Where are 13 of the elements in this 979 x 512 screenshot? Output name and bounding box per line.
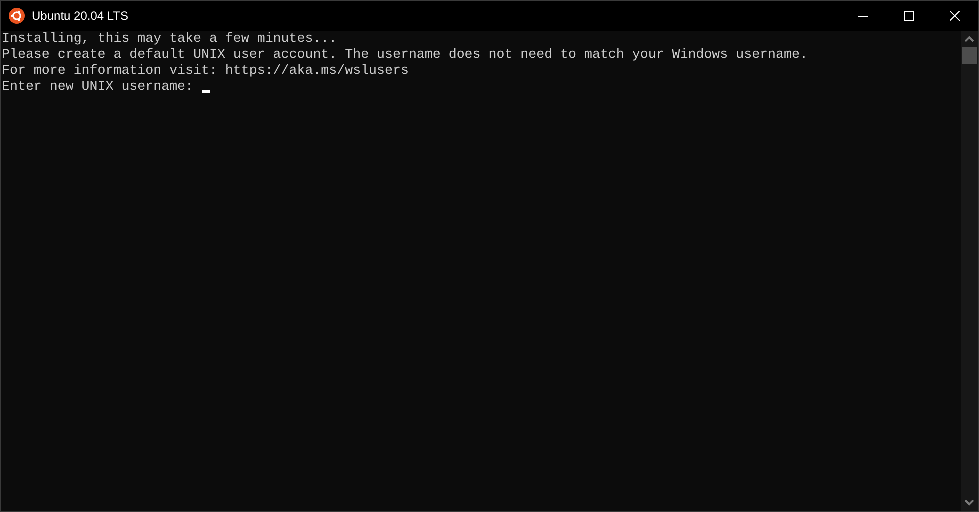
text-cursor bbox=[202, 90, 210, 93]
terminal-prompt: Enter new UNIX username: bbox=[2, 79, 195, 95]
app-logo-icon bbox=[9, 8, 25, 24]
scroll-down-icon[interactable] bbox=[965, 500, 974, 506]
scrollbar[interactable] bbox=[961, 31, 978, 511]
terminal-line: Installing, this may take a few minutes... bbox=[2, 31, 338, 47]
scroll-up-icon[interactable] bbox=[965, 36, 974, 42]
terminal-line: For more information visit: https://aka.ms/wslusers bbox=[2, 63, 409, 79]
scrollbar-thumb[interactable] bbox=[962, 47, 977, 64]
maximize-icon bbox=[904, 11, 914, 21]
terminal-line: Please create a default UNIX user account. The username does not need to match your Windows username. bbox=[2, 47, 808, 63]
window-title: Ubuntu 20.04 LTS bbox=[32, 8, 129, 25]
close-icon bbox=[950, 11, 960, 21]
